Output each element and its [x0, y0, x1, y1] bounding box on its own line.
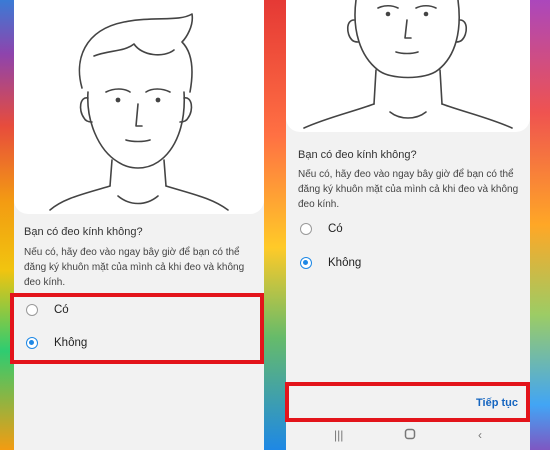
- highlight-box-options: [10, 293, 264, 364]
- home-icon[interactable]: [404, 428, 416, 443]
- highlight-box-continue: [285, 382, 530, 422]
- glasses-question: Bạn có đeo kính không?: [24, 226, 143, 238]
- face-illustration: [303, 0, 513, 129]
- wallpaper-strip-left: [0, 0, 14, 450]
- glasses-question: Bạn có đeo kính không?: [298, 149, 417, 161]
- radio-yes[interactable]: [300, 223, 312, 235]
- face-illustration: [49, 13, 229, 211]
- back-icon[interactable]: ‹: [478, 428, 482, 442]
- wallpaper-strip-right: [530, 0, 550, 450]
- option-no[interactable]: Không: [300, 257, 361, 269]
- recent-apps-icon[interactable]: |||: [334, 428, 343, 442]
- navigation-bar: ||| ‹: [286, 420, 530, 450]
- glasses-description: Nếu có, hãy đeo vào ngay bây giờ để bạn …: [24, 247, 245, 288]
- option-no-label: Không: [328, 257, 362, 269]
- radio-no[interactable]: [300, 257, 312, 269]
- phone-screen-left: Bạn có đeo kính không? Nếu có, hãy đeo v…: [14, 0, 264, 450]
- option-yes[interactable]: Có: [300, 223, 343, 235]
- option-yes-label: Có: [328, 223, 343, 235]
- face-illustration-card: [286, 0, 530, 132]
- face-illustration-card: [14, 0, 264, 214]
- wallpaper-strip-middle: [264, 0, 286, 450]
- glasses-description: Nếu có, hãy đeo vào ngay bây giờ để bạn …: [298, 169, 519, 210]
